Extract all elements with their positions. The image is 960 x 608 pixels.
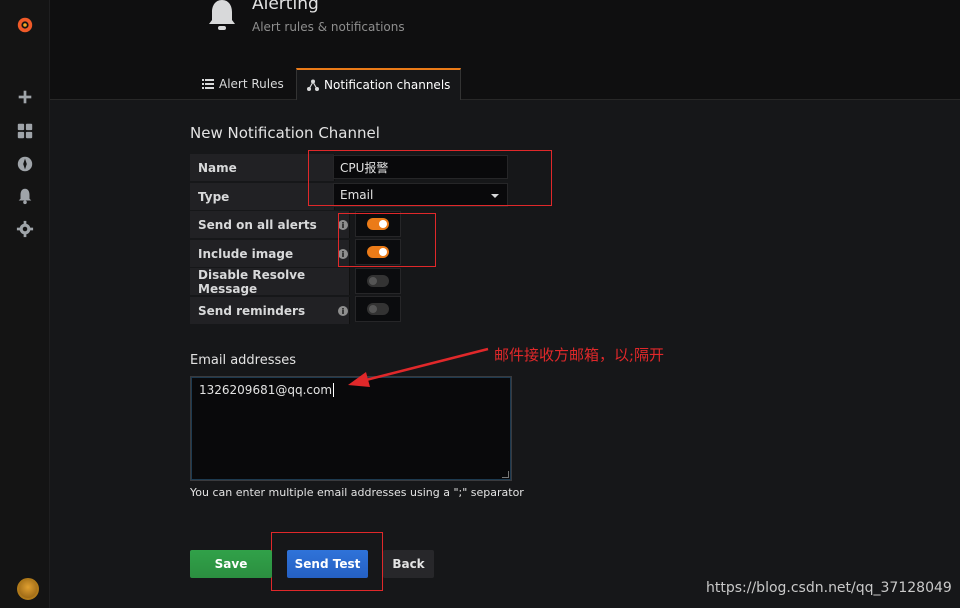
email-help-text: You can enter multiple email addresses u… <box>190 486 524 499</box>
tab-notification-channels[interactable]: Notification channels <box>296 68 462 100</box>
disable-resolve-switch[interactable] <box>367 275 389 287</box>
page-subtitle: Alert rules & notifications <box>252 20 405 34</box>
tab-alert-rules[interactable]: Alert Rules <box>192 68 294 100</box>
annotation-arrow-icon <box>348 347 489 387</box>
page-header: Alerting Alert rules & notifications Ale… <box>50 0 960 100</box>
bell-icon[interactable] <box>14 185 36 207</box>
highlight-box-name-type <box>308 150 552 206</box>
send-reminders-toggle[interactable] <box>355 296 401 322</box>
save-button[interactable]: Save <box>190 550 272 578</box>
email-label: Email addresses <box>190 353 297 368</box>
dashboards-icon[interactable] <box>14 120 36 142</box>
channels-icon <box>307 79 319 91</box>
disable-resolve-toggle[interactable] <box>355 268 401 294</box>
gear-icon[interactable] <box>14 218 36 240</box>
plus-icon[interactable] <box>14 86 36 108</box>
send-all-label: Send on all alerts i <box>190 211 350 238</box>
alerting-bell-icon <box>209 0 235 30</box>
resize-handle[interactable] <box>502 471 509 478</box>
section-title: New Notification Channel <box>190 124 380 142</box>
send-reminders-switch[interactable] <box>367 303 389 315</box>
sidebar <box>0 0 50 608</box>
tab-alert-rules-label: Alert Rules <box>219 77 284 91</box>
annotation-text: 邮件接收方邮箱，以;隔开 <box>494 346 665 364</box>
disable-resolve-label: Disable Resolve Message <box>190 268 350 296</box>
grafana-logo-icon[interactable] <box>14 14 36 36</box>
info-icon[interactable]: i <box>338 306 348 316</box>
page-title: Alerting <box>252 0 319 14</box>
explore-icon[interactable] <box>14 153 36 175</box>
send-all-label-text: Send on all alerts <box>198 217 317 232</box>
send-test-button[interactable]: Send Test <box>287 550 368 578</box>
list-icon <box>202 79 214 89</box>
send-reminders-label: Send reminders i <box>190 297 350 324</box>
include-image-label: Include image i <box>190 240 350 267</box>
user-avatar[interactable] <box>17 578 39 600</box>
highlight-box-toggles <box>338 213 436 267</box>
email-value: 1326209681@qq.com <box>199 383 333 397</box>
watermark: https://blog.csdn.net/qq_37128049 <box>706 580 952 596</box>
send-reminders-label-text: Send reminders <box>198 303 306 318</box>
tab-notification-channels-label: Notification channels <box>324 78 451 92</box>
include-image-label-text: Include image <box>198 246 294 261</box>
back-button[interactable]: Back <box>383 550 434 578</box>
